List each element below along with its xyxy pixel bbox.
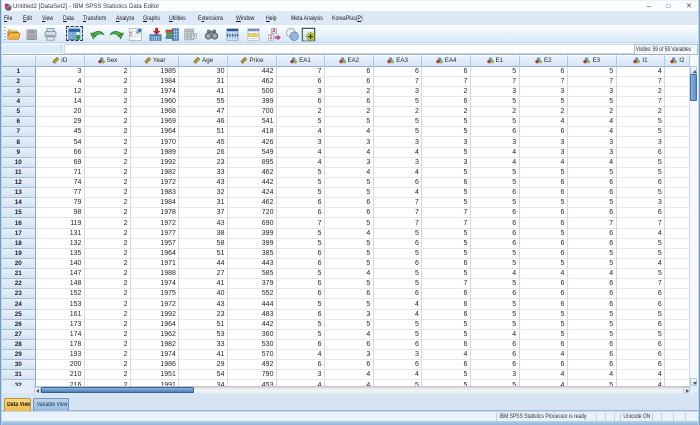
svg-text:A: A — [272, 29, 276, 35]
svg-text:1: 1 — [270, 35, 273, 41]
